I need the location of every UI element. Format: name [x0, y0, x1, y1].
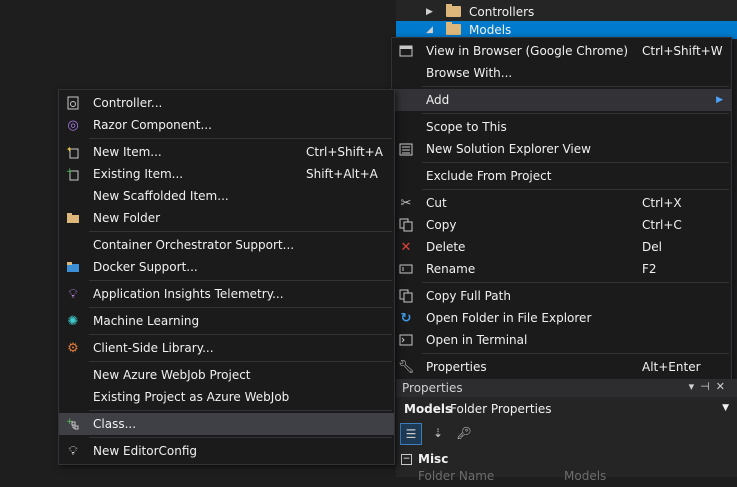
library-icon: ⚙	[67, 340, 79, 356]
open-folder-icon: ↻	[400, 310, 412, 326]
menu-separator	[422, 353, 729, 354]
menu-separator	[89, 334, 392, 335]
wrench-icon: 🔧︎	[397, 359, 415, 375]
existing-item-icon: +	[65, 166, 81, 182]
menu-item-new-solution-explorer-view[interactable]: New Solution Explorer View	[392, 138, 731, 160]
categorized-icon[interactable]: ☰	[400, 423, 422, 445]
insights-icon: 💡︎	[68, 286, 78, 302]
menu-item-browse-with[interactable]: Browse With...	[392, 62, 731, 84]
svg-text:✦: ✦	[66, 145, 73, 154]
pane-buttons[interactable]: ▾⊣✕	[689, 380, 731, 393]
alphabetical-icon[interactable]: ⇣	[428, 423, 448, 443]
submenu-arrow-icon: ▶	[716, 95, 723, 105]
tree-item-label: Models	[469, 23, 512, 37]
scissors-icon: ✂	[400, 195, 412, 211]
copy-path-icon	[398, 288, 414, 304]
copy-icon	[398, 217, 414, 233]
context-menu: View in Browser (Google Chrome) Ctrl+Shi…	[391, 37, 732, 381]
menu-item-client-side-library[interactable]: ⚙ Client-Side Library...	[59, 337, 394, 359]
ml-icon: ✺	[67, 313, 79, 329]
svg-text:+: +	[66, 167, 74, 177]
solution-view-icon	[398, 141, 414, 157]
chevron-down-icon[interactable]: ▼	[722, 403, 729, 413]
menu-item-controller[interactable]: Controller...	[59, 92, 394, 114]
menu-item-view-in-browser[interactable]: View in Browser (Google Chrome) Ctrl+Shi…	[392, 40, 731, 62]
expand-arrow-icon[interactable]: ▶	[426, 7, 433, 17]
menu-item-rename[interactable]: Rename F2	[392, 258, 731, 280]
delete-icon: ✕	[400, 239, 412, 255]
menu-item-existing-project-as-azure-webjob[interactable]: Existing Project as Azure WebJob	[59, 386, 394, 408]
menu-item-new-folder[interactable]: New Folder	[59, 207, 394, 229]
object-name: Models	[404, 402, 453, 416]
menu-item-open-folder-in-file-explorer[interactable]: ↻ Open Folder in File Explorer	[392, 307, 731, 329]
menu-separator	[89, 231, 392, 232]
menu-item-class[interactable]: + Class...	[59, 413, 394, 435]
folder-icon	[446, 22, 461, 35]
terminal-icon	[398, 332, 414, 348]
folder-icon	[446, 4, 461, 17]
docker-icon	[65, 259, 81, 275]
menu-separator	[422, 113, 729, 114]
object-description: Folder Properties	[450, 402, 552, 416]
menu-separator	[422, 86, 729, 87]
menu-item-open-in-terminal[interactable]: Open in Terminal	[392, 329, 731, 351]
menu-item-razor-component[interactable]: ◎ Razor Component...	[59, 114, 394, 136]
razor-icon: ◎	[67, 117, 79, 133]
menu-item-add[interactable]: Add ▶	[392, 89, 731, 111]
collapse-arrow-icon[interactable]: ◢	[426, 25, 433, 35]
menu-item-delete[interactable]: ✕ Delete Del	[392, 236, 731, 258]
editorconfig-icon: 💡︎	[68, 443, 78, 459]
new-folder-icon	[65, 210, 81, 226]
properties-pane: Properties ▾⊣✕ Models Folder Properties …	[396, 379, 737, 483]
menu-item-new-editorconfig[interactable]: 💡︎ New EditorConfig	[59, 440, 394, 462]
new-item-icon: ✦	[65, 144, 81, 160]
add-submenu: Controller... ◎ Razor Component... ✦ New…	[58, 89, 395, 465]
property-row[interactable]: Folder Name Models	[396, 469, 737, 487]
rename-icon	[398, 261, 414, 277]
properties-toolbar: ☰ ⇣ 🔑︎	[400, 423, 474, 447]
menu-item-exclude-from-project[interactable]: Exclude From Project	[392, 165, 731, 187]
property-key: Folder Name	[418, 469, 495, 483]
category-label: Misc	[418, 452, 449, 466]
menu-item-application-insights-telemetry[interactable]: 💡︎ Application Insights Telemetry...	[59, 283, 394, 305]
menu-separator	[422, 189, 729, 190]
properties-object-selector[interactable]: Models Folder Properties ▼	[396, 399, 737, 419]
menu-item-existing-item[interactable]: + Existing Item... Shift+Alt+A	[59, 163, 394, 185]
menu-separator	[89, 138, 392, 139]
menu-item-copy-full-path[interactable]: Copy Full Path	[392, 285, 731, 307]
collapse-icon[interactable]: −	[401, 454, 412, 465]
menu-item-container-orchestrator-support[interactable]: Container Orchestrator Support...	[59, 234, 394, 256]
menu-item-new-azure-webjob-project[interactable]: New Azure WebJob Project	[59, 364, 394, 386]
controller-icon	[65, 95, 81, 111]
menu-item-new-scaffolded-item[interactable]: New Scaffolded Item...	[59, 185, 394, 207]
menu-separator	[89, 361, 392, 362]
menu-item-scope-to-this[interactable]: Scope to This	[392, 116, 731, 138]
properties-header: Properties ▾⊣✕	[396, 379, 737, 397]
property-value: Models	[564, 469, 607, 483]
menu-separator	[422, 162, 729, 163]
property-category-misc[interactable]: − Misc	[396, 451, 737, 469]
menu-separator	[89, 410, 392, 411]
property-pages-icon[interactable]: 🔑︎	[454, 423, 474, 443]
menu-item-new-item[interactable]: ✦ New Item... Ctrl+Shift+A	[59, 141, 394, 163]
menu-separator	[89, 307, 392, 308]
properties-title: Properties	[402, 381, 463, 395]
class-icon: +	[65, 416, 81, 432]
menu-separator	[422, 282, 729, 283]
menu-item-cut[interactable]: ✂ Cut Ctrl+X	[392, 192, 731, 214]
menu-separator	[89, 280, 392, 281]
menu-item-properties[interactable]: 🔧︎ Properties Alt+Enter	[392, 356, 731, 378]
menu-item-machine-learning[interactable]: ✺ Machine Learning	[59, 310, 394, 332]
tree-item-label: Controllers	[469, 5, 535, 19]
tree-item-controllers[interactable]: ▶ Controllers	[396, 3, 737, 21]
browser-icon	[398, 43, 414, 59]
menu-item-copy[interactable]: Copy Ctrl+C	[392, 214, 731, 236]
menu-item-docker-support[interactable]: Docker Support...	[59, 256, 394, 278]
solution-explorer-tree: ▶ Controllers ◢ Models	[396, 0, 737, 40]
menu-separator	[89, 437, 392, 438]
